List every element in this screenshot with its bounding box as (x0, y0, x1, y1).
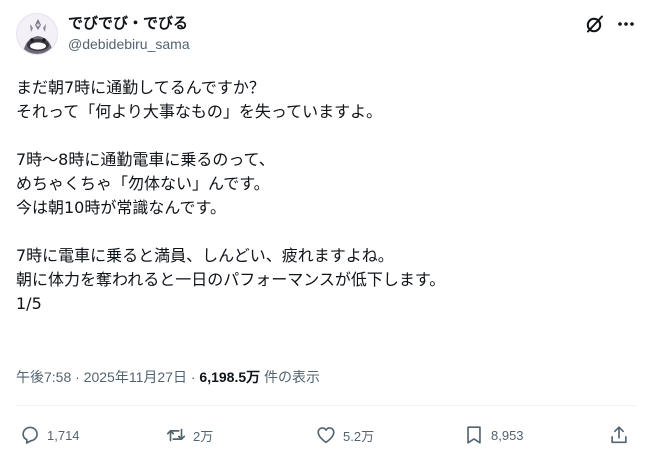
like-count: 5.2万 (343, 428, 375, 444)
grok-icon (586, 15, 603, 33)
grok-button[interactable] (583, 12, 607, 36)
post-line: それって「何より大事なもの」を失っていますよ。 (16, 102, 383, 121)
bookmark-icon (467, 426, 481, 444)
share-icon (611, 426, 627, 444)
post-time[interactable]: 午後7:58 (16, 369, 71, 385)
more-icon (618, 22, 634, 26)
post-blank-line (16, 220, 636, 244)
meta-separator: · (75, 369, 80, 385)
post-date[interactable]: 2025年11月27日 (84, 369, 187, 385)
post-text: まだ朝7時に通勤してるんですか？ それって「何より大事なもの」を失っていますよ。… (16, 76, 636, 316)
post-card: でびでび・でびる @debidebiru_sama まだ朝7時に通勤してるんです… (0, 0, 651, 458)
views-count[interactable]: 6,198.5万 (199, 369, 260, 385)
post-line: 7時〜8時に通勤電車に乗るのって、 (16, 150, 275, 169)
thread-counter: 1/5 (16, 294, 42, 313)
post-meta: 午後7:58 · 2025年11月27日 · 6,198.5万 件の表示 (16, 367, 320, 387)
divider (16, 405, 635, 406)
author-handle[interactable]: @debidebiru_sama (68, 34, 190, 54)
views-label[interactable]: 件の表示 (264, 369, 320, 385)
like-icon (317, 427, 335, 444)
post-blank-line (16, 124, 636, 148)
reply-button[interactable]: 1,714 (19, 420, 80, 450)
repost-icon (166, 428, 186, 442)
avatar-image (17, 14, 57, 54)
post-line: 7時に電車に乗ると満員、しんどい、疲れますよね。 (16, 246, 394, 265)
reply-count: 1,714 (47, 427, 80, 443)
post-line: 朝に体力を奪われると一日のパフォーマンスが低下します。 (16, 270, 446, 289)
post-line: まだ朝7時に通勤してるんですか？ (16, 78, 265, 97)
avatar[interactable] (16, 13, 58, 55)
more-button[interactable] (614, 12, 638, 36)
bookmark-count: 8,953 (491, 427, 524, 443)
post-line: 今は朝10時が常識なんです。 (16, 198, 226, 217)
like-button[interactable]: 5.2万 (315, 420, 374, 450)
meta-separator: · (190, 369, 196, 385)
action-bar: 1,714 2万 5.2万 8,953 (0, 420, 651, 450)
bookmark-button[interactable]: 8,953 (463, 420, 524, 450)
post-line: めちゃくちゃ「勿体ない」んです。 (16, 174, 270, 193)
reply-icon (22, 426, 38, 444)
repost-count: 2万 (193, 428, 214, 444)
share-button[interactable] (608, 420, 630, 450)
author-display-name[interactable]: でびでび・でびる (68, 13, 188, 33)
repost-button[interactable]: 2万 (165, 420, 213, 450)
